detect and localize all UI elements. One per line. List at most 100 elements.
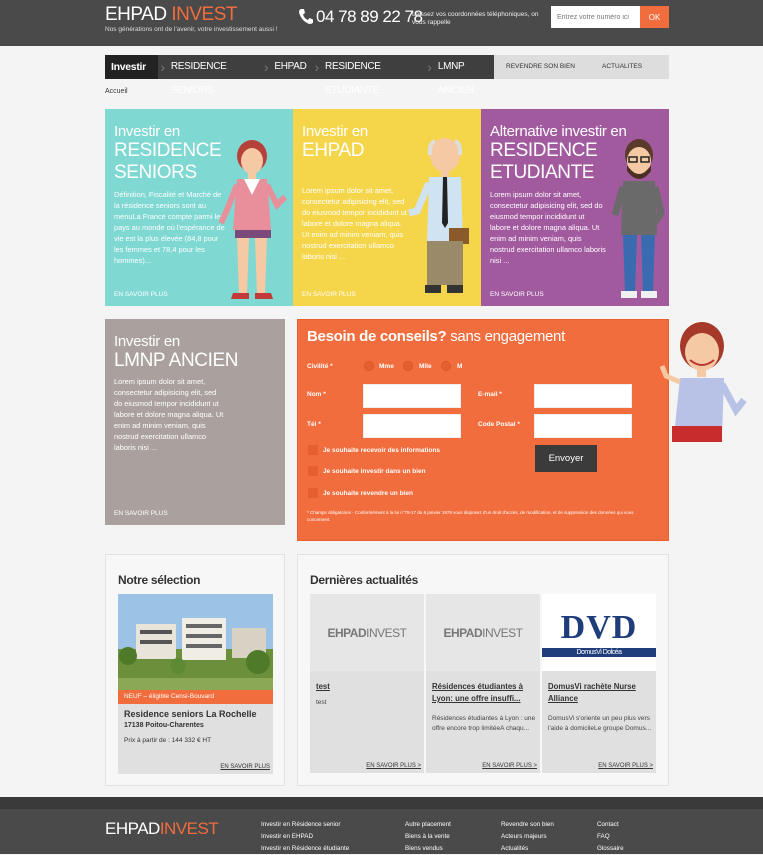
news-item-text: DomusVi s'oriente un peu plus vers l'aid… <box>548 715 652 732</box>
card-subtitle: Investir en <box>302 123 368 140</box>
property-photo[interactable] <box>118 594 273 690</box>
chevron-right-icon: › <box>160 59 165 75</box>
card-more-link[interactable]: EN SAVOIR PLUS <box>490 291 544 298</box>
footer-divider <box>0 797 763 809</box>
nav-invest-group: Investir en › RESIDENCE SENIORS › EHPAD … <box>105 55 494 97</box>
footer-link[interactable]: Acteurs majeurs <box>501 831 554 843</box>
ok-button[interactable]: OK <box>640 6 669 28</box>
news-item-title[interactable]: Résidences étudiantes à Lyon: une offre … <box>432 681 536 705</box>
property-price: Prix à partir de : 144 332 € HT <box>124 737 212 744</box>
card-subtitle: Alternative investir en <box>490 123 627 140</box>
nav-item-actualites[interactable]: ACTUALITES <box>602 55 642 79</box>
news-more-link[interactable]: EN SAVOIR PLUS > <box>598 763 653 769</box>
nav-item-ehpad[interactable]: EHPAD <box>270 55 312 79</box>
card-more-link[interactable]: EN SAVOIR PLUS <box>114 510 168 517</box>
footer-link[interactable]: Biens vendus <box>405 843 451 855</box>
news-item[interactable]: EHPAD INVEST Résidences étudiantes à Lyon… <box>426 594 540 773</box>
footer-link[interactable]: Glossaire <box>597 843 624 855</box>
card-residence-etudiante[interactable]: Alternative investir en RESIDENCE ETUDIA… <box>481 109 669 306</box>
news-item[interactable]: EHPAD INVEST test test EN SAVOIR PLUS > <box>310 594 424 773</box>
phone-icon <box>298 8 313 30</box>
property-name: Residence seniors La Rochelle <box>124 709 257 719</box>
card-lmnp-ancien[interactable]: Investir en LMNP ANCIEN Lorem ipsum dolo… <box>105 319 285 525</box>
tel-label: Tél * <box>307 421 321 428</box>
domusvi-logo: DVD DomusVi Dolcéa <box>542 594 656 671</box>
footer-link[interactable]: Contact <box>597 819 624 831</box>
email-label: E-mail * <box>478 391 502 398</box>
footer-link[interactable]: Actualités <box>501 843 554 855</box>
radio-m[interactable] <box>441 361 451 371</box>
nav-item-revendre[interactable]: REVENDRE SON BIEN <box>506 55 575 79</box>
property-badge: NEUF – éligible Censi-Bouvard <box>118 690 273 704</box>
logo-main: EHPAD <box>105 4 167 25</box>
nav-item-residence-seniors[interactable]: RESIDENCE SENIORS <box>167 55 262 96</box>
nom-field[interactable] <box>363 384 461 408</box>
woman-illustration <box>219 140 288 299</box>
property-more-link[interactable]: EN SAVOIR PLUS <box>220 764 270 770</box>
footer-link[interactable]: Investir en Résidence étudiante <box>261 843 349 855</box>
card-more-link[interactable]: EN SAVOIR PLUS <box>114 291 168 298</box>
footer-logo[interactable]: EHPADINVEST <box>105 819 219 839</box>
tagline: Nos générations ont de l'avenir, votre i… <box>105 26 278 33</box>
selection-title: Notre sélection <box>118 573 201 587</box>
send-button[interactable]: Envoyer <box>535 445 597 472</box>
footer-col-revendre: Revendre son bien Acteurs majeurs Actual… <box>501 819 554 855</box>
footer-col-invest: Investir en Résidence senior Investir en… <box>261 819 349 855</box>
news-item[interactable]: DVD DomusVi Dolcéa DomusVi rachète Nurse… <box>542 594 656 773</box>
nav-item-residence-etudiante[interactable]: RESIDENCE ETUDIANTE <box>321 55 425 96</box>
callback-text: Laissez vos coordonnées téléphoniques, o… <box>412 11 539 26</box>
card-more-link[interactable]: EN SAVOIR PLUS <box>302 291 356 298</box>
form-title: Besoin de conseils? sans engagement <box>307 328 565 345</box>
card-title-line: RESIDENCE <box>114 140 222 161</box>
breadcrumb[interactable]: Accueil <box>105 88 128 95</box>
radio-mme[interactable] <box>364 361 374 371</box>
postal-code-field[interactable] <box>534 414 632 438</box>
property-location: 17138 Poitou-Charentes <box>124 722 204 729</box>
news-item-title[interactable]: DomusVi rachète Nurse Alliance <box>548 681 652 705</box>
checkbox-receive-info[interactable] <box>308 445 318 455</box>
form-title-rest: sans engagement <box>450 328 565 345</box>
chevron-right-icon: › <box>263 59 269 75</box>
checkbox-sell[interactable] <box>308 488 318 498</box>
checkbox-invest[interactable] <box>308 466 318 476</box>
card-description: Lorem ipsum dolor sit amet, consectetur … <box>114 377 224 452</box>
radio-mlle[interactable] <box>403 361 413 371</box>
tel-field[interactable] <box>363 414 461 438</box>
card-subtitle: Investir en <box>114 333 180 350</box>
footer-link[interactable]: Investir en Résidence senior <box>261 819 349 831</box>
civilite-label: Civilité * <box>307 363 333 370</box>
card-title-line: EHPAD <box>302 140 365 161</box>
footer-link[interactable]: Revendre son bien <box>501 819 554 831</box>
news-item-text: test <box>316 699 327 706</box>
site-logo[interactable]: EHPAD INVEST <box>105 4 237 26</box>
email-field[interactable] <box>534 384 632 408</box>
phone-number-input[interactable] <box>551 6 640 28</box>
card-residence-seniors[interactable]: Investir en RESIDENCE SENIORS Définition… <box>105 109 293 306</box>
news-item-text: Résidences étudiantes à Lyon : une offre… <box>432 715 536 732</box>
news-item-title[interactable]: test <box>316 681 420 693</box>
footer-link[interactable]: Investir en EHPAD <box>261 831 349 843</box>
news-thumbnail: EHPAD INVEST <box>426 594 540 671</box>
news-thumbnail: EHPAD INVEST <box>310 594 424 671</box>
footer-logo-main: EHPAD <box>105 819 160 838</box>
news-more-link[interactable]: EN SAVOIR PLUS > <box>482 763 537 769</box>
footer-link[interactable]: Biens à la vente <box>405 831 451 843</box>
card-description: Définition, Fiscalité et Marché de la ré… <box>114 190 225 265</box>
phone-number[interactable]: 04 78 89 22 78 <box>316 7 423 27</box>
card-ehpad[interactable]: Investir en EHPAD Lorem ipsum dolor sit … <box>293 109 481 306</box>
footer-link[interactable]: FAQ <box>597 831 624 843</box>
chevron-right-icon: › <box>314 59 320 75</box>
contact-form: Besoin de conseils? sans engagement Civi… <box>297 319 669 541</box>
news-more-link[interactable]: EN SAVOIR PLUS > <box>366 763 421 769</box>
property-info[interactable]: Residence seniors La Rochelle 17138 Poit… <box>118 704 273 774</box>
card-description: Lorem ipsum dolor sit amet, consectetur … <box>302 186 407 261</box>
radio-mme-label: Mme <box>379 363 394 370</box>
legal-notice: * Champs obligatoires - Conformément à l… <box>307 510 634 522</box>
checkbox-receive-info-label: Je souhaite recevoir des informations <box>323 447 441 454</box>
radio-mlle-label: Mlle <box>419 363 432 370</box>
card-title-line: SENIORS <box>114 162 197 183</box>
logo-accent: INVEST <box>171 4 237 25</box>
nav-item-lmnp-ancien[interactable]: LMNP ANCIEN <box>434 55 494 96</box>
postal-label: Code Postal * <box>478 421 520 428</box>
footer-link[interactable]: Autre placement <box>405 819 451 831</box>
